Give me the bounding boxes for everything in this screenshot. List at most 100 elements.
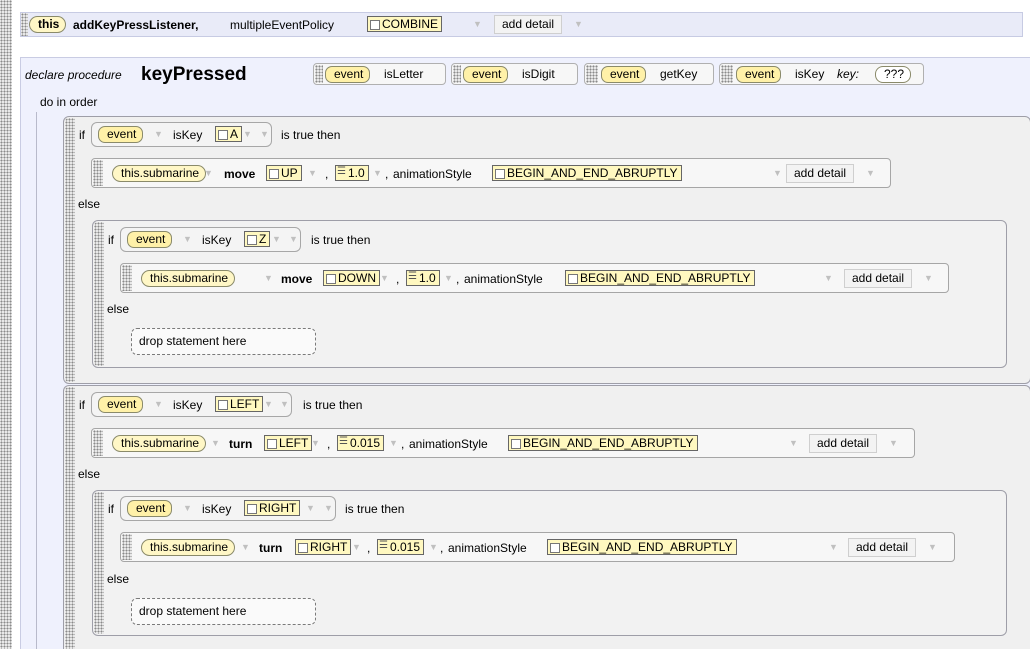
key-dropdown-icon[interactable]: ▼ — [272, 233, 281, 245]
statement-add-detail[interactable]: add detail — [844, 269, 913, 288]
key-left-value[interactable]: LEFT — [215, 396, 264, 412]
key-press-listener-statement[interactable]: this addKeyPressListener, multipleEventP… — [20, 12, 1023, 37]
drag-handle[interactable] — [94, 222, 104, 366]
direction-value[interactable]: UP — [266, 165, 302, 181]
param-object-pill[interactable]: event — [601, 66, 647, 83]
param-iskey[interactable]: event isKey key: ??? — [719, 63, 924, 85]
condition-iskey-left[interactable]: event ▼ isKey LEFT ▼ ▼ — [91, 392, 292, 417]
direction-dropdown-icon[interactable]: ▼ — [311, 437, 320, 449]
drag-handle[interactable] — [93, 160, 103, 186]
else-keyword: else — [78, 197, 101, 211]
this-pill[interactable]: this — [29, 16, 67, 33]
policy-value[interactable]: COMBINE — [367, 16, 443, 32]
drag-handle[interactable] — [122, 534, 132, 560]
style-dropdown-icon[interactable]: ▼ — [829, 541, 838, 553]
add-detail-dropdown-icon[interactable]: ▼ — [889, 437, 898, 449]
add-detail-dropdown-icon[interactable]: ▼ — [866, 167, 875, 179]
key-right-value[interactable]: RIGHT — [244, 500, 301, 516]
move-up-statement[interactable]: this.submarine ▼ move UP ▼ , 1.0 ▼ , ani… — [91, 158, 891, 188]
comma: , — [456, 272, 460, 286]
amount-value[interactable]: 1.0 — [406, 270, 440, 286]
param-object-pill[interactable]: event — [463, 66, 509, 83]
condition-dropdown-icon[interactable]: ▼ — [289, 233, 298, 245]
amount-value[interactable]: 0.015 — [377, 539, 425, 555]
amount-dropdown-icon[interactable]: ▼ — [429, 541, 438, 553]
event-pill[interactable]: event — [98, 126, 144, 143]
direction-dropdown-icon[interactable]: ▼ — [352, 541, 361, 553]
turn-left-statement[interactable]: this.submarine ▼ turn LEFT ▼ , 0.015 ▼ ,… — [91, 428, 915, 458]
style-value[interactable]: BEGIN_AND_END_ABRUPTLY — [565, 270, 755, 286]
key-a-value[interactable]: A — [215, 126, 243, 142]
submarine-pill[interactable]: this.submarine — [112, 165, 207, 182]
amount-value[interactable]: 1.0 — [335, 165, 369, 181]
amount-dropdown-icon[interactable]: ▼ — [389, 437, 398, 449]
drag-handle[interactable] — [122, 265, 132, 291]
add-detail-dropdown-icon[interactable]: ▼ — [928, 541, 937, 553]
param-getkey[interactable]: event getKey — [584, 63, 714, 85]
condition-dropdown-icon[interactable]: ▼ — [324, 502, 333, 514]
key-dropdown-icon[interactable]: ▼ — [264, 398, 273, 410]
param-object-pill[interactable]: event — [325, 66, 371, 83]
statement-add-detail[interactable]: add detail — [786, 164, 855, 183]
add-detail-dropdown-icon[interactable]: ▼ — [574, 18, 583, 30]
event-pill[interactable]: event — [127, 500, 173, 517]
move-down-statement[interactable]: this.submarine ▼ move DOWN ▼ , 1.0 ▼ , a… — [120, 263, 949, 293]
add-detail-dropdown-icon[interactable]: ▼ — [924, 272, 933, 284]
condition-iskey-a[interactable]: event ▼ isKey A ▼ ▼ — [91, 122, 272, 147]
condition-dropdown-icon[interactable]: ▼ — [260, 128, 269, 140]
target-dropdown-icon[interactable]: ▼ — [241, 541, 250, 553]
submarine-pill[interactable]: this.submarine — [112, 435, 207, 452]
editor-gutter — [0, 0, 12, 649]
drag-handle[interactable] — [65, 118, 75, 382]
style-dropdown-icon[interactable]: ▼ — [773, 167, 782, 179]
target-dropdown-icon[interactable]: ▼ — [211, 437, 220, 449]
style-value[interactable]: BEGIN_AND_END_ABRUPTLY — [547, 539, 737, 555]
style-value[interactable]: BEGIN_AND_END_ABRUPTLY — [508, 435, 698, 451]
style-dropdown-icon[interactable]: ▼ — [824, 272, 833, 284]
param-key-value[interactable]: ??? — [875, 66, 912, 83]
direction-dropdown-icon[interactable]: ▼ — [380, 272, 389, 284]
amount-dropdown-icon[interactable]: ▼ — [444, 272, 453, 284]
method-name: move — [224, 167, 256, 181]
drop-statement-slot[interactable]: drop statement here — [131, 598, 316, 625]
listener-add-detail[interactable]: add detail — [494, 15, 563, 34]
turn-right-statement[interactable]: this.submarine ▼ turn RIGHT ▼ , 0.015 ▼ … — [120, 532, 955, 562]
condition-iskey-right[interactable]: event ▼ isKey RIGHT ▼ ▼ — [120, 496, 336, 521]
target-dropdown-icon[interactable]: ▼ — [264, 272, 273, 284]
condition-iskey-z[interactable]: event ▼ isKey Z ▼ ▼ — [120, 227, 301, 252]
policy-dropdown-icon[interactable]: ▼ — [473, 18, 482, 30]
key-dropdown-icon[interactable]: ▼ — [243, 128, 252, 140]
target-dropdown-icon[interactable]: ▼ — [204, 167, 213, 179]
condition-dropdown-icon[interactable]: ▼ — [280, 398, 289, 410]
drag-handle[interactable] — [94, 492, 104, 634]
event-dropdown-icon[interactable]: ▼ — [154, 128, 163, 140]
param-grip — [453, 65, 461, 83]
comma: , — [396, 272, 400, 286]
event-dropdown-icon[interactable]: ▼ — [183, 502, 192, 514]
direction-value[interactable]: LEFT — [264, 435, 313, 451]
drag-handle[interactable] — [21, 13, 28, 36]
event-dropdown-icon[interactable]: ▼ — [183, 233, 192, 245]
drop-statement-slot[interactable]: drop statement here — [131, 328, 316, 355]
drag-handle[interactable] — [93, 430, 103, 456]
style-value[interactable]: BEGIN_AND_END_ABRUPTLY — [492, 165, 682, 181]
drag-handle[interactable] — [65, 387, 75, 649]
submarine-pill[interactable]: this.submarine — [141, 539, 236, 556]
param-isdigit[interactable]: event isDigit — [451, 63, 578, 85]
event-pill[interactable]: event — [127, 231, 173, 248]
statement-add-detail[interactable]: add detail — [809, 434, 878, 453]
statement-add-detail[interactable]: add detail — [848, 538, 917, 557]
event-pill[interactable]: event — [98, 396, 144, 413]
direction-dropdown-icon[interactable]: ▼ — [308, 167, 317, 179]
amount-value[interactable]: 0.015 — [337, 435, 385, 451]
style-dropdown-icon[interactable]: ▼ — [789, 437, 798, 449]
submarine-pill[interactable]: this.submarine — [141, 270, 236, 287]
direction-value[interactable]: RIGHT — [295, 539, 352, 555]
key-z-value[interactable]: Z — [244, 231, 271, 247]
event-dropdown-icon[interactable]: ▼ — [154, 398, 163, 410]
param-object-pill[interactable]: event — [736, 66, 782, 83]
amount-dropdown-icon[interactable]: ▼ — [373, 167, 382, 179]
key-dropdown-icon[interactable]: ▼ — [306, 502, 315, 514]
param-islettter[interactable]: event isLetter — [313, 63, 446, 85]
direction-value[interactable]: DOWN — [323, 270, 380, 286]
